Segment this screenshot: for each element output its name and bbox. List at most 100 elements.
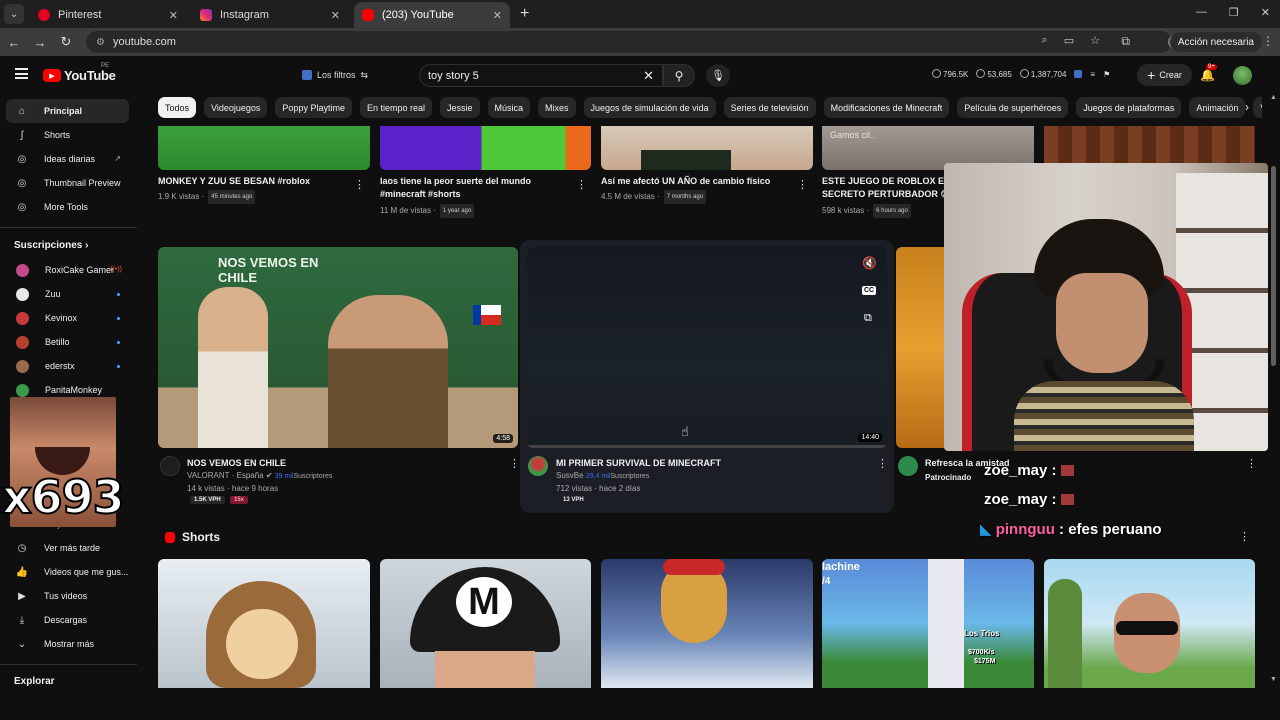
more-options-icon[interactable]: ⋮ — [1246, 457, 1257, 470]
search-button[interactable]: ⚲ — [663, 64, 695, 87]
sidebar-sub-kevinox[interactable]: Kevinox — [6, 306, 129, 330]
reload-icon[interactable]: ↻ — [54, 34, 78, 50]
user-avatar[interactable] — [1233, 66, 1252, 85]
voice-search-button[interactable]: 🎙 — [706, 64, 730, 87]
close-icon[interactable]: ✕ — [331, 9, 340, 22]
video-thumbnail[interactable] — [380, 126, 591, 170]
sidebar-item-shorts[interactable]: ʃ Shorts — [6, 123, 129, 147]
sidebar-item-watch-later[interactable]: ◷ Ver más tarde — [6, 536, 129, 560]
forward-icon[interactable]: → — [28, 35, 52, 50]
back-icon[interactable]: ← — [2, 35, 26, 50]
restore-icon[interactable]: ❐ — [1229, 6, 1239, 19]
short-thumbnail[interactable]: M — [380, 559, 591, 688]
chip[interactable]: Juegos de plataformas — [1076, 97, 1182, 118]
chip[interactable]: Animación — [1189, 97, 1246, 118]
video-channel[interactable]: SusvBe 29,4 milSuscriptores — [556, 470, 649, 483]
more-options-icon[interactable]: ⋮ — [877, 457, 888, 470]
video-title[interactable]: MI PRIMER SURVIVAL DE MINECRAFT — [556, 457, 721, 470]
video-thumbnail[interactable] — [896, 247, 946, 448]
short-thumbnail[interactable] — [158, 559, 370, 688]
chip[interactable]: Mixes — [538, 97, 576, 118]
add-to-queue-icon[interactable]: ⧉ — [864, 312, 872, 325]
sidebar-item-your-videos[interactable]: ▶ Tus videos — [6, 584, 129, 608]
sidebar-item-downloads[interactable]: ⤓ Descargas — [6, 608, 129, 632]
extensions-icon[interactable]: ⧉ — [1121, 34, 1130, 49]
video-thumbnail[interactable] — [158, 126, 370, 170]
minimize-icon[interactable]: — — [1196, 6, 1207, 19]
short-thumbnail[interactable] — [601, 559, 813, 688]
sidebar-item-thumbnail-preview[interactable]: ◎ Thumbnail Preview — [6, 171, 129, 195]
list-icon[interactable]: ≡ — [1090, 70, 1095, 79]
sidebar-item-show-more[interactable]: ⌄ Mostrar más — [6, 632, 129, 656]
zoom-icon[interactable]: ⌕ — [1042, 34, 1048, 47]
video-title[interactable]: laos tiene la peor suerte del mundo #mine… — [380, 175, 570, 201]
chip[interactable]: Todos — [158, 97, 197, 118]
chip[interactable]: Videojue — [1253, 97, 1262, 118]
progress-track[interactable] — [527, 445, 887, 448]
pin-icon[interactable]: ⚑ — [1103, 70, 1110, 79]
sidebar-sub-zuu[interactable]: Zuu — [6, 282, 129, 306]
page-scrollbar[interactable]: ▲ ▼ — [1268, 94, 1279, 694]
more-options-icon[interactable]: ⋮ — [576, 178, 587, 191]
scroll-up-icon[interactable]: ▲ — [1270, 94, 1277, 101]
chip[interactable]: Juegos de simulación de vida — [583, 97, 716, 118]
create-button[interactable]: + Crear — [1137, 64, 1192, 86]
clear-search-icon[interactable]: ✕ — [643, 68, 654, 84]
short-thumbnail[interactable]: lachine /4 Los Trios $700K/s $175M — [822, 559, 1034, 688]
close-icon[interactable]: ✕ — [493, 9, 502, 22]
video-title[interactable]: ESTE JUEGO DE ROBLOX ES SECRETO PERTURBAD… — [822, 175, 952, 201]
video-thumbnail[interactable] — [601, 126, 813, 170]
sidebar-item-liked[interactable]: 👍 Videos que me gus... — [6, 560, 129, 584]
chevron-right-icon[interactable]: › — [1245, 100, 1249, 114]
video-title[interactable]: MONKEY Y ZUU SE BESAN #roblox — [158, 175, 348, 188]
tab-pinterest[interactable]: Pinterest ✕ — [30, 2, 186, 28]
scrollbar-thumb[interactable] — [1271, 166, 1276, 366]
youtube-logo[interactable]: ▶ YouTube PE — [43, 63, 116, 83]
action-required-button[interactable]: Acción necesaria — [1169, 32, 1262, 52]
chip[interactable]: Película de superhéroes — [957, 97, 1069, 118]
tab-instagram[interactable]: Instagram ✕ — [192, 2, 348, 28]
new-tab-button[interactable]: + — [520, 5, 529, 23]
browser-menu-icon[interactable]: ⋮ — [1262, 34, 1274, 48]
short-thumbnail[interactable] — [1044, 559, 1255, 688]
sidebar-sub-betillo[interactable]: Betillo — [6, 330, 129, 354]
subscriptions-heading[interactable]: Suscripciones › — [14, 240, 88, 251]
video-thumbnail[interactable]: NOS VEMOS EN CHILE 4:58 — [158, 247, 518, 448]
url-field[interactable]: ⚙ youtube.com — [86, 31, 1172, 53]
channel-avatar[interactable] — [160, 456, 180, 476]
close-icon[interactable]: ✕ — [169, 9, 178, 22]
sidebar-sub-ederstx[interactable]: ederstx — [6, 354, 129, 378]
menu-icon[interactable] — [15, 68, 28, 79]
sidebar-item-more-tools[interactable]: ◎ More Tools — [6, 195, 129, 219]
more-options-icon[interactable]: ⋮ — [797, 178, 808, 191]
tab-search-button[interactable]: ⌄ — [4, 4, 24, 24]
chip[interactable]: En tiempo real — [359, 97, 432, 118]
video-channel[interactable]: VALORANT · España ✔ 39 milSuscriptores — [187, 470, 332, 483]
cast-icon[interactable]: ▭ — [1064, 34, 1074, 47]
video-preview-player[interactable]: 14:40 — [527, 247, 887, 448]
chip[interactable]: Series de televisión — [723, 97, 816, 118]
advertiser-avatar[interactable] — [898, 456, 918, 476]
video-title[interactable]: NOS VEMOS EN CHILE — [187, 457, 286, 470]
sidebar-item-principal[interactable]: ⌂ Principal — [6, 99, 129, 123]
more-options-icon[interactable]: ⋮ — [1239, 530, 1250, 543]
scroll-down-icon[interactable]: ▼ — [1270, 676, 1277, 683]
bookmark-star-icon[interactable]: ☆ — [1090, 34, 1100, 47]
search-input[interactable]: toy story 5 ✕ — [419, 64, 663, 87]
sidebar-item-ideas[interactable]: ◎ Ideas diarias ↗ — [6, 147, 129, 171]
chip[interactable]: Jessie — [439, 97, 480, 118]
more-options-icon[interactable]: ⋮ — [509, 457, 520, 470]
mute-icon[interactable]: 🔇 — [862, 256, 877, 270]
chip[interactable]: Poppy Playtime — [275, 97, 352, 118]
site-info-icon[interactable]: ⚙ — [96, 37, 105, 48]
extension-icon[interactable] — [1074, 70, 1083, 78]
video-title[interactable]: Así me afectó UN AÑO de cambio físico — [601, 175, 791, 188]
channel-avatar[interactable] — [528, 456, 548, 476]
chip[interactable]: Modificaciones de Minecraft — [823, 97, 950, 118]
filters-button[interactable]: Los filtros ⇆ — [296, 66, 374, 84]
sidebar-sub-roxicake[interactable]: RoxiCake Gamer ((•)) — [6, 258, 129, 282]
captions-icon[interactable]: CC — [862, 286, 877, 295]
notifications-button[interactable]: 🔔 9+ — [1200, 64, 1217, 82]
close-window-icon[interactable]: ✕ — [1261, 6, 1270, 19]
tab-youtube[interactable]: (203) YouTube ✕ — [354, 2, 510, 28]
